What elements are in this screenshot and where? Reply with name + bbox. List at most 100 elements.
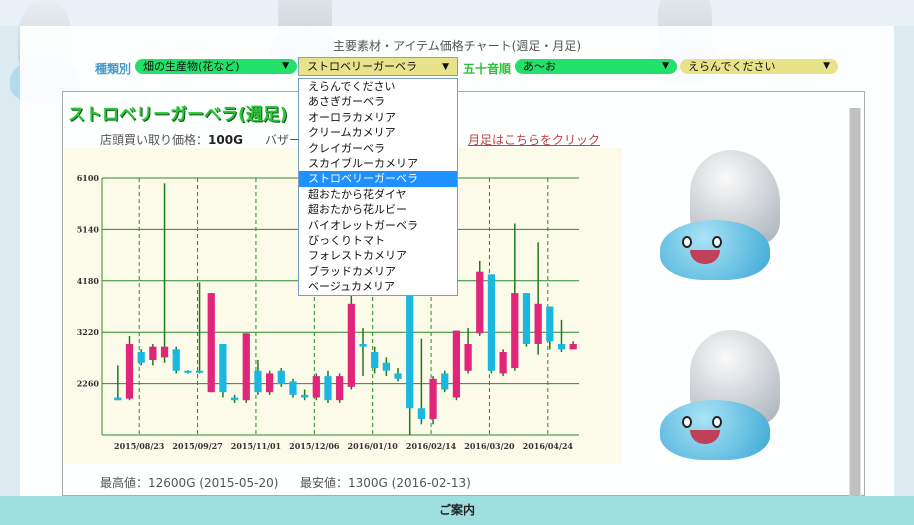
candle-body bbox=[476, 271, 484, 334]
category-select[interactable]: 畑の生産物(花など) ▼ bbox=[135, 59, 297, 74]
dropdown-option[interactable]: オーロラカメリア bbox=[299, 110, 457, 125]
scrollbar[interactable] bbox=[849, 108, 861, 496]
candle-body bbox=[312, 376, 320, 398]
y-tick-label: 5140 bbox=[77, 224, 100, 234]
dropdown-option[interactable]: 超おたから花ルビー bbox=[299, 202, 457, 217]
shop-price-label: 店頭買い取り価格： bbox=[100, 133, 209, 147]
min-price-label: 最安値： bbox=[300, 476, 349, 490]
candle-body bbox=[371, 352, 379, 369]
candle-body bbox=[452, 330, 461, 398]
guide-footer[interactable]: ご案内 bbox=[0, 496, 914, 525]
dropdown-option[interactable]: スカイブルーカメリア bbox=[299, 156, 457, 171]
candle-body bbox=[160, 346, 169, 358]
candle-body bbox=[487, 274, 496, 371]
slime-shell-mascot-icon bbox=[660, 330, 810, 460]
candle-body bbox=[534, 303, 542, 344]
syllabary-item-select[interactable]: えらんでください ▼ bbox=[680, 59, 838, 74]
candle-body bbox=[406, 293, 414, 409]
x-tick-label: 2015/11/01 bbox=[231, 441, 281, 451]
candle-body bbox=[149, 346, 157, 361]
item-select-value: ストロベリーガーベラ bbox=[307, 60, 417, 73]
candle-body bbox=[207, 293, 215, 393]
dropdown-option[interactable]: 超おたから花ダイヤ bbox=[299, 187, 457, 202]
candle-body bbox=[429, 378, 437, 419]
candle-body bbox=[254, 370, 262, 393]
candle-body bbox=[265, 373, 274, 393]
slime-shell-mascot-icon bbox=[660, 150, 810, 280]
candle-body bbox=[569, 343, 577, 350]
category-filter-label: 種類別 bbox=[95, 62, 132, 76]
item-title: ストロベリーガーベラ(週足) bbox=[68, 105, 288, 125]
dropdown-option[interactable]: ブラッドカメリア bbox=[299, 264, 457, 279]
x-tick-label: 2015/09/27 bbox=[172, 441, 222, 451]
candle-body bbox=[289, 381, 297, 395]
candle-body bbox=[499, 352, 507, 374]
candle-body bbox=[347, 303, 355, 387]
dropdown-option[interactable]: クリームカメリア bbox=[299, 125, 457, 140]
dropdown-option[interactable]: フォレストカメリア bbox=[299, 248, 457, 263]
max-price: 最高値：12600G (2015-05-20) bbox=[100, 474, 278, 491]
x-tick-label: 2016/01/10 bbox=[348, 441, 399, 451]
candle-body bbox=[382, 362, 390, 371]
candle-body bbox=[546, 306, 554, 342]
candle-body bbox=[324, 376, 332, 401]
y-tick-label: 6100 bbox=[77, 173, 100, 183]
candle-body bbox=[172, 349, 180, 371]
candle-body bbox=[137, 352, 145, 363]
item-select[interactable]: ストロベリーガーベラ ▼ bbox=[298, 57, 458, 76]
monthly-chart-link[interactable]: 月足はこちらをクリック bbox=[468, 131, 600, 148]
y-tick-label: 3220 bbox=[77, 327, 100, 337]
candle-body bbox=[557, 343, 566, 350]
candle-body bbox=[511, 293, 519, 369]
item-dropdown-list[interactable]: えらんでください あさぎガーベラ オーロラカメリア クリームカメリア クレイガーベラ スカ… bbox=[298, 78, 458, 296]
candle-body bbox=[184, 370, 192, 373]
chevron-down-icon: ▼ bbox=[282, 61, 289, 71]
dropdown-option[interactable]: クレイガーベラ bbox=[299, 141, 457, 156]
syllabary-select[interactable]: あ〜お ▼ bbox=[515, 59, 677, 74]
dropdown-option[interactable]: えらんでください bbox=[299, 79, 457, 94]
shop-price-value: 100G bbox=[208, 133, 243, 147]
chevron-down-icon: ▼ bbox=[442, 62, 449, 72]
y-tick-label: 4180 bbox=[77, 276, 100, 286]
candle-body bbox=[125, 343, 134, 399]
candle-body bbox=[242, 333, 250, 401]
dropdown-option[interactable]: あさぎガーベラ bbox=[299, 94, 457, 109]
syllabary-filter-label: 五十音順 bbox=[463, 62, 512, 76]
candle-body bbox=[195, 370, 204, 373]
candle-body bbox=[441, 373, 449, 390]
candle-body bbox=[277, 370, 285, 385]
x-tick-label: 2016/02/14 bbox=[406, 441, 457, 451]
candle-body bbox=[464, 343, 472, 371]
x-tick-label: 2016/03/20 bbox=[464, 441, 515, 451]
min-price-value: 1300G (2016-02-13) bbox=[348, 476, 471, 490]
dropdown-option[interactable]: ベージュカメリア bbox=[299, 279, 457, 294]
scrollbar-thumb[interactable] bbox=[850, 108, 860, 496]
category-select-value: 畑の生産物(花など) bbox=[143, 60, 240, 73]
candle-body bbox=[336, 376, 344, 401]
candle-body bbox=[417, 408, 426, 419]
candle-body bbox=[114, 397, 122, 401]
top-strip bbox=[0, 0, 914, 26]
x-tick-label: 2016/04/24 bbox=[523, 441, 574, 451]
min-price: 最安値：1300G (2016-02-13) bbox=[300, 474, 471, 491]
syllabary-item-select-value: えらんでください bbox=[688, 60, 776, 73]
page-title: 主要素材・アイテム価格チャート(週足・月足) bbox=[332, 39, 582, 53]
candle-body bbox=[394, 373, 402, 379]
dropdown-option[interactable]: びっくりトマト bbox=[299, 233, 457, 248]
x-tick-label: 2015/08/23 bbox=[114, 441, 165, 451]
candle-body bbox=[522, 293, 531, 344]
y-tick-label: 2260 bbox=[77, 379, 100, 389]
shop-price: 店頭買い取り価格：100G bbox=[100, 131, 243, 148]
syllabary-select-value: あ〜お bbox=[523, 60, 556, 73]
guide-footer-label: ご案内 bbox=[438, 503, 475, 517]
dropdown-option[interactable]: バイオレットガーベラ bbox=[299, 218, 457, 233]
max-price-label: 最高値： bbox=[100, 476, 149, 490]
candle-body bbox=[219, 343, 227, 393]
bazaar-label: バザー bbox=[265, 133, 302, 147]
dropdown-option[interactable]: ストロベリーガーベラ bbox=[299, 171, 457, 187]
candle-body bbox=[301, 394, 309, 398]
candle-body bbox=[359, 343, 367, 347]
max-price-value: 12600G (2015-05-20) bbox=[148, 476, 279, 490]
chevron-down-icon: ▼ bbox=[662, 61, 669, 71]
chevron-down-icon: ▼ bbox=[823, 61, 830, 71]
